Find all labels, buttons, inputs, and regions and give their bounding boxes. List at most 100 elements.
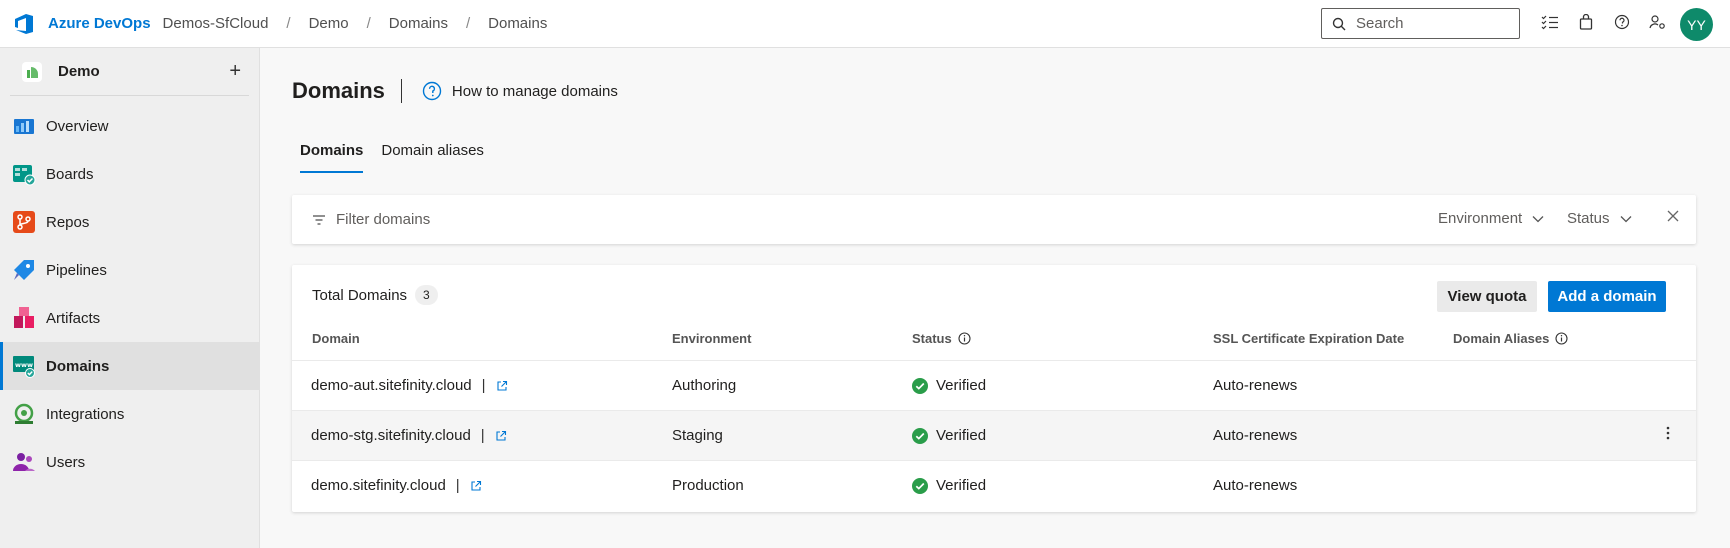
integrations-icon <box>14 403 34 424</box>
sidebar-item-label: Repos <box>46 213 90 231</box>
search-icon <box>1332 17 1346 30</box>
more-options-icon[interactable] <box>1666 426 1670 440</box>
search-box[interactable]: Search <box>1321 8 1520 39</box>
overview-icon <box>14 119 34 134</box>
user-settings-icon[interactable] <box>1648 12 1668 32</box>
status-text: Verified <box>936 427 987 444</box>
azure-devops-icon <box>15 13 33 34</box>
sidebar-item-domains[interactable]: www Domains <box>0 342 259 390</box>
project-icon <box>22 61 42 82</box>
divider: | <box>455 477 460 494</box>
external-link-icon[interactable] <box>495 430 507 442</box>
title-divider <box>400 79 402 103</box>
help-icon[interactable] <box>1612 12 1632 32</box>
project-header[interactable]: Demo + <box>10 48 249 96</box>
ssl-cell: Auto-renews <box>1213 477 1298 494</box>
sidebar-item-integrations[interactable]: Integrations <box>0 390 259 438</box>
tab-domains[interactable]: Domains <box>292 142 371 173</box>
external-link-icon[interactable] <box>496 380 508 392</box>
domain-name[interactable]: demo.sitefinity.cloud <box>311 477 446 494</box>
filter-icon <box>313 214 325 225</box>
sidebar-item-overview[interactable]: Overview <box>0 102 259 150</box>
repos-icon <box>13 211 35 233</box>
page-title: Domains <box>292 78 385 103</box>
sidebar-item-repos[interactable]: Repos <box>0 198 259 246</box>
table-row[interactable]: demo.sitefinity.cloud | Production Verif… <box>292 460 1696 510</box>
external-link-icon[interactable] <box>470 480 482 492</box>
domain-name[interactable]: demo-stg.sitefinity.cloud <box>311 427 471 444</box>
add-domain-button[interactable]: Add a domain <box>1548 281 1666 312</box>
check-circle-icon <box>912 477 928 494</box>
check-circle-icon <box>912 427 928 444</box>
ssl-cell: Auto-renews <box>1213 427 1298 444</box>
sidebar-item-artifacts[interactable]: Artifacts <box>0 294 259 342</box>
status-dropdown[interactable]: Status <box>1567 210 1632 227</box>
close-icon[interactable] <box>1666 209 1680 223</box>
sidebar-item-users[interactable]: Users <box>0 438 259 486</box>
environment-dropdown-label: Environment <box>1438 210 1523 227</box>
project-name: Demo <box>58 63 100 80</box>
info-icon[interactable] <box>958 332 971 345</box>
column-header-environment[interactable]: Environment <box>672 331 751 346</box>
table-row[interactable]: demo-stg.sitefinity.cloud | Staging Veri… <box>292 410 1696 460</box>
divider: | <box>480 427 485 444</box>
avatar[interactable]: YY <box>1680 8 1713 41</box>
column-header-label: SSL Certificate Expiration Date <box>1213 331 1405 346</box>
column-header-label: Domain Aliases <box>1453 331 1550 346</box>
sidebar-item-label: Domains <box>46 357 110 375</box>
sidebar-item-label: Integrations <box>46 405 125 423</box>
add-icon[interactable]: + <box>229 60 241 83</box>
sidebar-nav: Overview Boards Repos Pipelines Artifact… <box>0 102 259 486</box>
column-header-domain-aliases[interactable]: Domain Aliases <box>1453 331 1568 346</box>
domain-name[interactable]: demo-aut.sitefinity.cloud <box>311 377 472 394</box>
status-cell: Verified <box>912 377 986 394</box>
help-link[interactable]: How to manage domains <box>452 83 618 100</box>
environment-cell: Production <box>672 477 744 494</box>
help-circle-icon[interactable] <box>422 81 442 101</box>
table-row[interactable]: demo-aut.sitefinity.cloud | Authoring Ve… <box>292 360 1696 410</box>
total-domains-label: Total Domains <box>312 286 408 304</box>
sidebar: Demo + Overview Boards Repos Pipelines A… <box>0 48 260 548</box>
domain-cell: demo.sitefinity.cloud | <box>311 477 482 494</box>
column-header-status[interactable]: Status <box>912 331 971 346</box>
info-icon[interactable] <box>1555 332 1568 345</box>
status-cell: Verified <box>912 477 986 494</box>
tab-bar: Domains Domain aliases <box>292 142 494 173</box>
brand-name: Azure DevOps <box>48 15 151 32</box>
environment-dropdown[interactable]: Environment <box>1438 210 1544 227</box>
column-header-ssl[interactable]: SSL Certificate Expiration Date <box>1213 331 1404 346</box>
breadcrumb-project[interactable]: Demo <box>309 15 349 32</box>
sidebar-item-boards[interactable]: Boards <box>0 150 259 198</box>
breadcrumb-section[interactable]: Domains <box>389 15 448 32</box>
tab-domain-aliases[interactable]: Domain aliases <box>373 142 492 169</box>
checklist-icon[interactable] <box>1540 12 1560 32</box>
column-header-domain[interactable]: Domain <box>312 331 360 346</box>
ssl-cell: Auto-renews <box>1213 377 1298 394</box>
main-content: Domains How to manage domains Domains Do… <box>260 48 1730 548</box>
breadcrumb-page[interactable]: Domains <box>488 15 547 32</box>
sidebar-item-label: Boards <box>46 165 94 183</box>
filter-input[interactable]: Filter domains <box>336 211 430 228</box>
filter-bar: Filter domains Environment Status <box>292 195 1696 244</box>
environment-cell: Staging <box>672 427 723 444</box>
sidebar-item-label: Pipelines <box>46 261 107 279</box>
search-placeholder: Search <box>1356 15 1404 32</box>
sidebar-item-label: Users <box>46 453 86 471</box>
azure-devops-logo[interactable]: Azure DevOps <box>12 12 151 36</box>
column-header-label: Status <box>912 331 952 346</box>
svg-text:www: www <box>15 361 33 369</box>
breadcrumb-organization[interactable]: Demos-SfCloud <box>163 15 269 32</box>
chevron-down-icon <box>1620 215 1631 222</box>
status-dropdown-label: Status <box>1567 210 1610 227</box>
breadcrumb-separator: / <box>286 15 291 32</box>
total-domains: Total Domains 3 <box>312 285 438 305</box>
sidebar-item-label: Overview <box>46 117 109 135</box>
column-header-label: Environment <box>672 331 752 346</box>
users-icon <box>13 453 35 471</box>
view-quota-button[interactable]: View quota <box>1437 281 1537 312</box>
shopping-bag-icon[interactable] <box>1576 12 1596 32</box>
sidebar-item-pipelines[interactable]: Pipelines <box>0 246 259 294</box>
domains-icon: www <box>13 356 35 378</box>
domains-table-card: Total Domains 3 View quota Add a domain … <box>292 265 1696 512</box>
check-circle-icon <box>912 377 928 394</box>
